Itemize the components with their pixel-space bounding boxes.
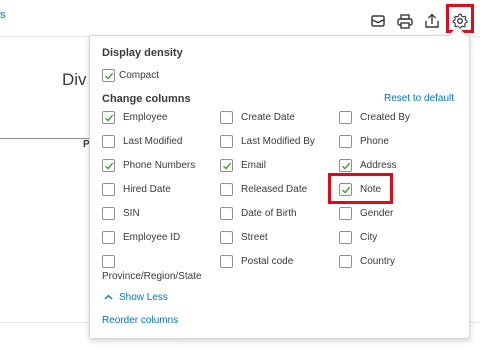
column-option-city[interactable]: City (339, 231, 377, 244)
column-option-last-modified-by[interactable]: Last Modified By (220, 135, 315, 148)
column-option-sin[interactable]: SIN (102, 207, 140, 220)
show-less-label: Show Less (119, 292, 168, 303)
change-columns-title: Change columns (102, 93, 191, 105)
column-option-postal-code[interactable]: Postal code (220, 255, 293, 268)
column-option-email[interactable]: Email (220, 159, 266, 172)
column-option-created-by[interactable]: Created By (339, 111, 410, 124)
checkbox-box[interactable] (102, 231, 115, 244)
checkbox-box[interactable] (102, 111, 115, 124)
column-option-label: Employee ID (123, 232, 181, 243)
column-option-date-of-birth[interactable]: Date of Birth (220, 207, 297, 220)
checkbox-box[interactable] (339, 135, 352, 148)
compact-label: Compact (119, 70, 160, 81)
column-option-create-date[interactable]: Create Date (220, 111, 295, 124)
checkbox-box[interactable] (220, 207, 233, 220)
reset-to-default-link[interactable]: Reset to default (384, 93, 454, 104)
print-icon[interactable] (394, 10, 416, 32)
column-option-label: Date of Birth (241, 208, 297, 219)
checkbox-box[interactable] (220, 255, 233, 268)
column-option-label: Gender (360, 208, 394, 219)
column-option-label: Phone Numbers (123, 160, 196, 171)
column-option-street[interactable]: Street (220, 231, 268, 244)
column-option-hired-date[interactable]: Hired Date (102, 183, 171, 196)
column-option-gender[interactable]: Gender (339, 207, 393, 220)
reorder-columns-link[interactable]: Reorder columns (102, 315, 178, 326)
column-option-country[interactable]: Country (339, 255, 395, 268)
column-option-label: Last Modified (123, 136, 183, 147)
checkbox-box[interactable] (220, 231, 233, 244)
column-option-label: Created By (360, 112, 411, 123)
page-link[interactable]: s (0, 9, 6, 21)
province-region-state-label: Province/Region/State (102, 271, 202, 282)
column-option-province-region-state[interactable] (102, 255, 115, 268)
column-option-label: Phone (360, 136, 389, 147)
checkbox-box[interactable] (102, 69, 115, 82)
column-option-address[interactable]: Address (339, 159, 397, 172)
column-option-employee-id[interactable]: Employee ID (102, 231, 180, 244)
checkbox-box[interactable] (220, 135, 233, 148)
column-option-label: Employee (123, 112, 168, 123)
column-option-label: SIN (123, 208, 140, 219)
column-option-label: Last Modified By (241, 136, 315, 147)
column-option-label: Released Date (241, 184, 308, 195)
column-option-label: Create Date (241, 112, 295, 123)
checkbox-box[interactable] (102, 159, 115, 172)
column-option-released-date[interactable]: Released Date (220, 183, 307, 196)
checkbox-box[interactable] (220, 183, 233, 196)
settings-popover: Display density Compact Change columns R… (89, 26, 470, 339)
column-option-label: Hired Date (123, 184, 171, 195)
page-title: Div (62, 70, 87, 89)
column-option-label: City (360, 232, 378, 243)
chevron-up-icon (104, 292, 113, 303)
checkbox-box[interactable] (220, 111, 233, 124)
checkbox-box[interactable] (102, 135, 115, 148)
checkbox-box[interactable] (102, 207, 115, 220)
export-icon[interactable] (421, 10, 443, 32)
column-option-last-modified[interactable]: Last Modified (102, 135, 182, 148)
display-density-title: Display density (102, 47, 183, 59)
column-option-phone-numbers[interactable]: Phone Numbers (102, 159, 195, 172)
compact-checkbox[interactable]: Compact (102, 69, 159, 82)
column-option-label: Street (241, 232, 268, 243)
column-option-employee[interactable]: Employee (102, 111, 167, 124)
checkbox-box[interactable] (339, 111, 352, 124)
checkbox-box[interactable] (339, 159, 352, 172)
column-option-label: Email (241, 160, 267, 171)
show-less-link[interactable]: Show Less (104, 292, 168, 303)
column-option-phone[interactable]: Phone (339, 135, 389, 148)
checkbox-box[interactable] (339, 207, 352, 220)
column-option-label: Address (360, 160, 397, 171)
table-header-divider (0, 138, 95, 139)
checkbox-box[interactable] (220, 159, 233, 172)
checkbox-box[interactable] (102, 183, 115, 196)
column-option-label: Country (360, 256, 396, 267)
column-option-label: Postal code (241, 256, 294, 267)
note-highlight-box (328, 173, 393, 204)
email-icon[interactable] (367, 10, 389, 32)
checkbox-box[interactable] (102, 255, 115, 268)
checkbox-box[interactable] (339, 231, 352, 244)
checkbox-box[interactable] (339, 255, 352, 268)
